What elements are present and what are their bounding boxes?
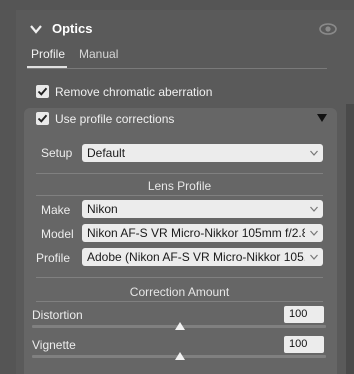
scrollbar[interactable]: [346, 104, 354, 374]
distortion-input[interactable]: 100: [284, 306, 324, 323]
use-profile-label: Use profile corrections: [55, 112, 175, 126]
profile-value: Adobe (Nikon AF-S VR Micro-Nikkor 105...: [87, 250, 305, 264]
tab-profile[interactable]: Profile: [31, 47, 65, 61]
checkmark-icon: [37, 87, 48, 96]
setup-label: Setup: [41, 146, 73, 160]
eye-icon[interactable]: [319, 22, 337, 36]
model-value: Nikon AF-S VR Micro-Nikkor 105mm f/2.8..…: [87, 226, 305, 240]
profile-select[interactable]: Adobe (Nikon AF-S VR Micro-Nikkor 105...: [82, 248, 323, 266]
divider: [36, 277, 323, 278]
distortion-label: Distortion: [32, 308, 83, 322]
lens-profile-title: Lens Profile: [147, 179, 212, 193]
remove-ca-checkbox[interactable]: [36, 85, 49, 98]
make-select[interactable]: Nikon: [82, 200, 323, 218]
tab-divider: [27, 68, 327, 69]
chevron-down-icon: [310, 230, 318, 236]
model-select[interactable]: Nikon AF-S VR Micro-Nikkor 105mm f/2.8..…: [82, 224, 323, 242]
vignette-input[interactable]: 100: [284, 336, 324, 353]
chevron-down-icon[interactable]: [30, 24, 42, 34]
panel-title: Optics: [52, 21, 93, 36]
triangle-down-icon[interactable]: [316, 113, 328, 123]
setup-value: Default: [87, 146, 126, 160]
vignette-label: Vignette: [32, 338, 76, 352]
profile-label: Profile: [36, 251, 71, 265]
divider: [36, 301, 323, 302]
make-value: Nikon: [87, 202, 118, 216]
checkmark-icon: [37, 114, 48, 123]
use-profile-checkbox[interactable]: [36, 112, 49, 125]
divider: [36, 195, 323, 196]
setup-select[interactable]: Default: [82, 144, 323, 162]
model-label: Model: [41, 227, 74, 241]
chevron-down-icon: [310, 254, 318, 260]
correction-amount-title: Correction Amount: [129, 285, 230, 299]
tab-manual[interactable]: Manual: [79, 47, 118, 61]
remove-ca-label: Remove chromatic aberration: [55, 85, 213, 99]
distortion-slider-thumb[interactable]: [175, 322, 185, 330]
chevron-down-icon: [310, 206, 318, 212]
vignette-slider-thumb[interactable]: [175, 352, 185, 360]
make-label: Make: [41, 203, 71, 217]
divider: [36, 173, 323, 174]
chevron-down-icon: [310, 150, 318, 156]
